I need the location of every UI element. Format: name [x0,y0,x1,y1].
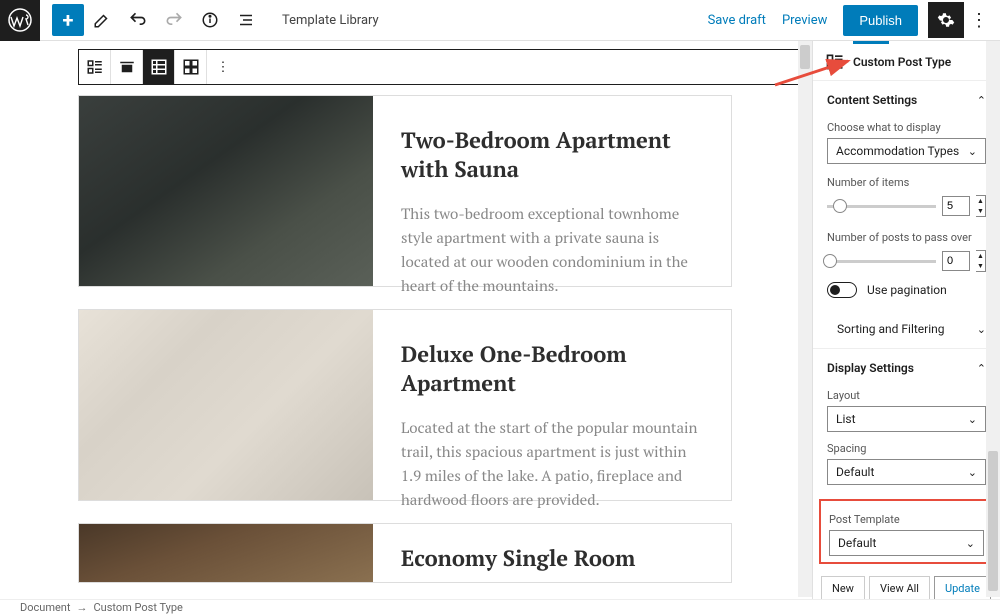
content-settings-body: Choose what to display Accommodation Typ… [813,121,1000,310]
layout-label: Layout [827,389,986,402]
listing-title: Deluxe One-Bedroom Apartment [401,340,703,398]
num-items-slider[interactable] [827,205,936,208]
chevron-down-icon: ⌄ [968,466,977,479]
chevron-down-icon: ⌄ [966,537,975,550]
post-template-label: Post Template [829,513,984,526]
spacing-select[interactable]: Default ⌄ [827,459,986,485]
listing-description: Located at the start of the popular moun… [401,416,703,512]
block-toolbar: ⋮ [78,49,812,85]
select-value: Default [836,465,874,479]
display-settings-header[interactable]: Display Settings ⌃ [813,348,1000,383]
listing-title: Two-Bedroom Apartment with Sauna [401,126,703,184]
select-value: Accommodation Types [836,144,959,158]
listing-title: Economy Single Room [401,544,703,573]
chevron-down-icon: ⌄ [968,413,977,426]
wordpress-logo[interactable] [0,0,40,41]
chevron-up-icon: ⌃ [977,94,986,107]
sorting-filtering-toggle[interactable]: Sorting and Filtering ⌄ [813,310,1000,348]
canvas-scrollbar[interactable] [798,41,812,597]
save-draft-button[interactable]: Save draft [708,13,766,28]
add-block-button[interactable]: + [52,4,84,36]
pagination-label: Use pagination [867,283,947,297]
content-settings-header[interactable]: Content Settings ⌃ [813,80,1000,115]
breadcrumb-document[interactable]: Document [20,601,70,614]
listing-thumbnail [79,96,373,286]
block-header: Custom Post Type [813,44,1000,80]
layout-select[interactable]: List ⌄ [827,406,986,432]
template-library-link[interactable]: Template Library [282,13,379,28]
display-settings-body: Layout List ⌄ Spacing Default ⌄ [813,389,1000,497]
chevron-down-icon: ⌄ [968,145,977,158]
listing-body: Two-Bedroom Apartment with Sauna This tw… [373,96,731,286]
post-template-select[interactable]: Default ⌄ [829,530,984,556]
sidebar-scrollbar[interactable] [986,41,1000,597]
breadcrumb-block[interactable]: Custom Post Type [93,601,182,614]
listing-card: Deluxe One-Bedroom Apartment Located at … [78,309,732,501]
pagination-toggle[interactable] [827,282,857,298]
chevron-down-icon: ⌄ [977,323,986,336]
select-value: Default [838,536,876,550]
redo-icon[interactable] [156,2,192,38]
listing-card: Economy Single Room [78,523,732,583]
display-type-select[interactable]: Accommodation Types ⌄ [827,138,986,164]
pass-over-spinner[interactable]: ▲▼ [976,250,986,272]
listing-body: Economy Single Room [373,524,731,582]
update-button[interactable]: Update [934,576,991,599]
block-more-icon[interactable]: ⋮ [207,50,239,84]
block-type-icon[interactable] [79,50,111,84]
align-icon[interactable] [111,50,143,84]
new-template-button[interactable]: New [821,576,865,599]
num-items-spinner[interactable]: ▲▼ [976,195,986,217]
section-title: Display Settings [827,361,914,375]
num-items-input[interactable] [942,196,970,216]
block-name: Custom Post Type [853,55,951,69]
chevron-up-icon: ⌃ [977,362,986,375]
layout-grid-icon[interactable] [175,50,207,84]
more-menu-icon[interactable]: ⋮ [970,10,988,31]
section-title: Content Settings [827,93,917,107]
preview-button[interactable]: Preview [782,13,827,28]
choose-label: Choose what to display [827,121,986,134]
template-buttons: New View All Update [813,574,1000,599]
pass-over-slider[interactable] [827,260,936,263]
edit-icon[interactable] [84,2,120,38]
breadcrumb-bar: Document → Custom Post Type [0,599,1000,615]
topbar-actions: Save draft Preview Publish ⋮ [708,2,1000,38]
layout-list-icon[interactable] [143,50,175,84]
listing-thumbnail [79,524,373,582]
pass-over-label: Number of posts to pass over [827,231,986,244]
spacing-label: Spacing [827,442,986,455]
editor-topbar: + Template Library Save draft Preview Pu… [0,0,1000,41]
undo-icon[interactable] [120,2,156,38]
listing-card: Two-Bedroom Apartment with Sauna This tw… [78,95,732,287]
settings-sidebar: Custom Post Type Content Settings ⌃ Choo… [812,41,1000,599]
view-all-button[interactable]: View All [869,576,930,599]
info-icon[interactable] [192,2,228,38]
listing-description: This two-bedroom exceptional townhome st… [401,202,703,298]
select-value: List [836,412,856,426]
publish-button[interactable]: Publish [843,5,918,36]
breadcrumb-separator: → [76,601,87,614]
outline-icon[interactable] [228,2,264,38]
listing-thumbnail [79,310,373,500]
highlight-post-template: Post Template Default ⌄ [819,499,994,564]
settings-gear-button[interactable] [928,2,964,38]
listing-body: Deluxe One-Bedroom Apartment Located at … [373,310,731,500]
sort-filter-label: Sorting and Filtering [827,322,945,336]
editor-canvas: ⋮ Two-Bedroom Apartment with Sauna This … [0,41,812,599]
num-items-label: Number of items [827,176,986,189]
pass-over-input[interactable] [942,251,970,271]
block-icon [825,52,845,72]
